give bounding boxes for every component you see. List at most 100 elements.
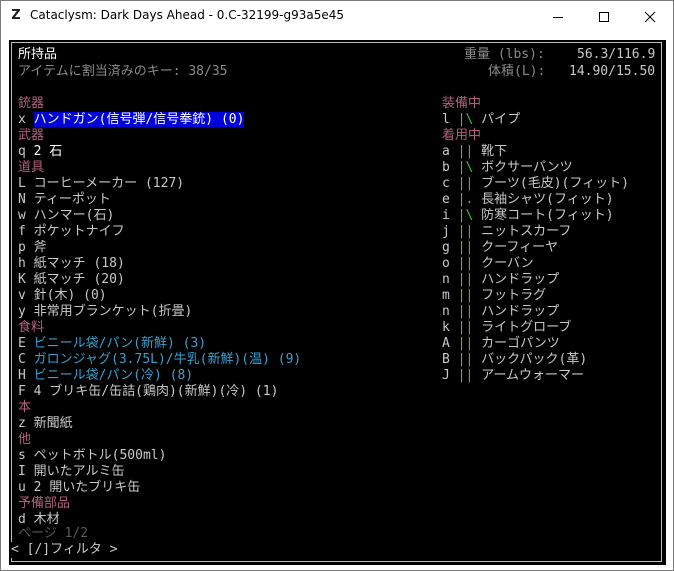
item-condition-mark: |\ [457, 160, 474, 175]
item-name: ビニール袋/パン(新鮮) (3) [33, 336, 207, 351]
item-name: 2 開いたブリキ缶 [33, 480, 141, 495]
inventory-item[interactable]: x ハンドガン(信号弾/信号拳銃) (0) [18, 112, 245, 128]
item-name: カーゴパンツ [481, 336, 560, 351]
inventory-item[interactable]: L コーヒーメーカー (127) [18, 176, 184, 192]
item-name: ボクサーパンツ [481, 160, 573, 175]
item-name: ポケットナイフ [33, 224, 125, 239]
item-hotkey: L [18, 176, 26, 191]
worn-item[interactable]: i |\ 防寒コート(フィット) [442, 208, 614, 224]
inventory-item[interactable]: N ティーポット [18, 192, 111, 208]
item-hotkey: K [18, 272, 26, 287]
worn-item[interactable]: n || ハンドラップ [442, 304, 559, 320]
item-name: ニットスカーフ [481, 224, 572, 239]
inventory-item[interactable]: p 斧 [18, 240, 47, 256]
item-hotkey: m [442, 288, 450, 303]
worn-item[interactable]: e |. 長袖シャツ(フィット) [442, 192, 614, 208]
item-condition-mark: || [457, 368, 474, 383]
item-hotkey: l [442, 112, 450, 127]
item-hotkey: y [18, 304, 26, 319]
inventory-item[interactable]: K 紙マッチ (20) [18, 272, 125, 288]
worn-item[interactable]: m || フットラグ [442, 288, 546, 304]
item-condition-mark: || [457, 256, 474, 271]
inventory-item[interactable]: y 非常用ブランケット(折畳) [18, 304, 192, 320]
inventory-item[interactable]: I 開いたアルミ缶 [18, 464, 125, 480]
minimize-icon [553, 16, 563, 18]
worn-item[interactable]: b |\ ボクサーパンツ [442, 160, 573, 176]
item-hotkey: w [18, 208, 26, 223]
worn-item[interactable]: j || ニットスカーフ [442, 224, 571, 240]
inventory-item[interactable]: h 紙マッチ (18) [18, 256, 125, 272]
close-icon [644, 11, 656, 22]
inventory-item[interactable]: F 4 ブリキ缶/缶詰(鶏肉)(新鮮)(冷) (1) [18, 384, 278, 400]
worn-item[interactable]: J || アームウォーマー [442, 368, 584, 384]
inventory-item[interactable]: s ペットボトル(500ml) [18, 448, 166, 464]
worn-header: 着用中 [442, 128, 481, 144]
maximize-icon [599, 11, 609, 22]
worn-item[interactable]: k || ライトグローブ [442, 320, 571, 336]
item-name: ガロンジャグ(3.75L)/牛乳(新鮮)(温) (9) [33, 352, 302, 367]
inventory-item[interactable]: C ガロンジャグ(3.75L)/牛乳(新鮮)(温) (9) [18, 352, 301, 368]
category-label: 道具 [18, 160, 45, 175]
inventory-item[interactable]: E ビニール袋/パン(新鮮) (3) [18, 336, 206, 352]
worn-item[interactable]: a || 靴下 [442, 144, 507, 160]
item-name: 斧 [33, 240, 47, 255]
item-name: 紙マッチ (20) [33, 272, 125, 287]
item-name: 紙マッチ (18) [33, 256, 125, 271]
item-hotkey: F [18, 384, 26, 399]
item-name: ブーツ(毛皮)(フィット) [481, 176, 629, 191]
worn-item[interactable]: g || クーフィーヤ [442, 240, 558, 256]
close-button[interactable] [627, 1, 673, 32]
item-hotkey: J [442, 368, 450, 383]
terminal[interactable]: 所持品 アイテムに割当済みのキー: 38/35 重量 (lbs): 56.3/1… [9, 40, 666, 565]
app-icon: Z [11, 8, 21, 23]
inventory-item[interactable]: z 新聞紙 [18, 416, 73, 432]
item-hotkey: N [18, 192, 26, 207]
item-name: ハンドラップ [481, 272, 560, 287]
item-name: 新聞紙 [33, 416, 73, 431]
item-hotkey: E [18, 336, 26, 351]
category-header: 食料 [18, 320, 44, 336]
item-condition-mark: || [457, 144, 474, 159]
inventory-item[interactable]: f ポケットナイフ [18, 224, 125, 240]
wielded-label: 装備中 [442, 96, 482, 111]
worn-item[interactable]: A || カーゴパンツ [442, 336, 560, 352]
item-name: ペットボトル(500ml) [33, 448, 167, 463]
item-hotkey: p [18, 240, 26, 255]
category-header: 武器 [18, 128, 44, 144]
inventory-item[interactable]: w ハンマー(石) [18, 208, 114, 224]
worn-item[interactable]: c || ブーツ(毛皮)(フィット) [442, 176, 629, 192]
item-hotkey: h [18, 256, 26, 271]
inventory-item[interactable]: v 針(木) (0) [18, 288, 107, 304]
item-name: ハンマー(石) [33, 208, 115, 223]
item-condition-mark: |. [457, 192, 474, 207]
worn-item[interactable]: B || バックパック(革) [442, 352, 587, 368]
item-hotkey: o [442, 256, 450, 271]
item-name: 長袖シャツ(フィット) [481, 192, 614, 207]
item-hotkey: x [18, 112, 26, 127]
filter-prompt[interactable]: < [/]フィルタ > [9, 542, 120, 558]
inventory-item[interactable]: u 2 開いたブリキ缶 [18, 480, 140, 496]
category-header: 本 [18, 400, 31, 416]
item-name: パイプ [481, 112, 521, 127]
maximize-button[interactable] [581, 1, 627, 32]
item-name: ハンドラップ [481, 304, 560, 319]
item-name: コーヒーメーカー (127) [33, 176, 185, 191]
worn-item[interactable]: o || クーバン [442, 256, 534, 272]
inventory-title: 所持品 [18, 47, 58, 62]
category-label: 本 [18, 400, 32, 415]
minimize-button[interactable] [535, 1, 581, 32]
item-hotkey: g [442, 240, 450, 255]
volume-value: 14.90/15.50 [569, 64, 656, 79]
item-name: 木材 [33, 512, 60, 527]
item-hotkey: c [442, 176, 450, 191]
title-bar[interactable]: Z Cataclysm: Dark Days Ahead - 0.C-32199… [1, 1, 673, 32]
item-hotkey: j [442, 224, 450, 239]
item-name: ティーポット [33, 192, 111, 207]
item-condition-mark: || [457, 320, 474, 335]
inventory-item[interactable]: H ビニール袋/パン(冷) (8) [18, 368, 193, 384]
wielded-item[interactable]: l |\ パイプ [442, 112, 520, 128]
item-condition-mark: || [457, 240, 474, 255]
worn-item[interactable]: n || ハンドラップ [442, 272, 559, 288]
category-label: 武器 [18, 128, 45, 143]
inventory-item[interactable]: q 2 石 [18, 144, 62, 160]
